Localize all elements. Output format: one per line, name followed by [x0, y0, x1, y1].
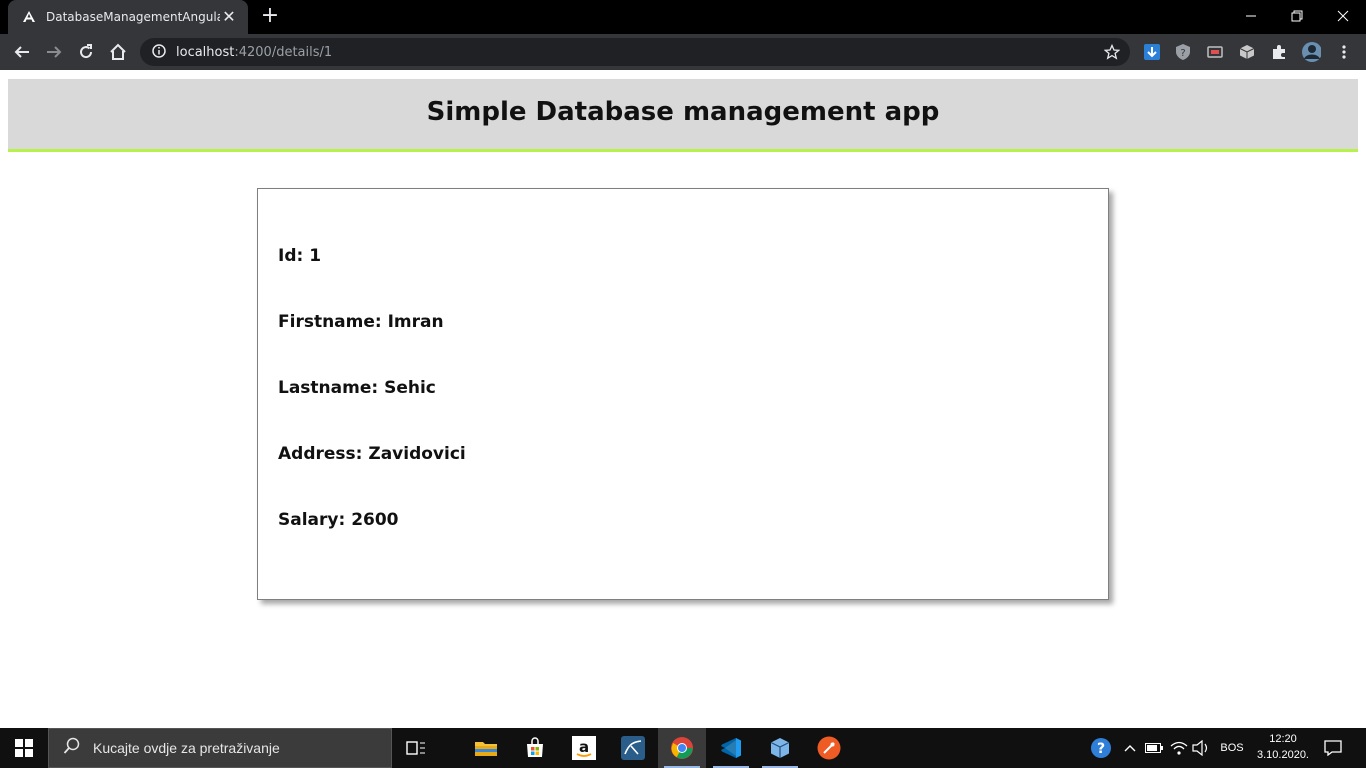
search-placeholder: Kucajte ovdje za pretraživanje — [93, 740, 280, 756]
close-tab-icon[interactable]: ✕ — [220, 8, 238, 26]
app-header: Simple Database management app — [8, 79, 1358, 152]
vscode-icon[interactable] — [707, 728, 755, 768]
restore-icon[interactable] — [1274, 0, 1320, 32]
mysql-workbench-icon[interactable] — [609, 728, 657, 768]
url-path: :4200/details/1 — [234, 44, 333, 60]
address-bar[interactable]: localhost:4200/details/1 — [140, 38, 1130, 66]
battery-icon[interactable] — [1144, 728, 1164, 768]
detail-id: Id: 1 — [278, 246, 322, 266]
clock-time: 12:20 — [1269, 733, 1297, 745]
page-viewport: Simple Database management app Id: 1 Fir… — [0, 70, 1366, 728]
close-window-icon[interactable] — [1320, 0, 1366, 32]
system-clock[interactable]: 12:20 3.10.2020. — [1248, 731, 1318, 763]
extensions-puzzle-icon[interactable] — [1269, 42, 1289, 62]
detail-salary: Salary: 2600 — [278, 510, 399, 530]
page-title: Simple Database management app — [426, 97, 940, 127]
cast-extension-icon[interactable] — [1205, 42, 1225, 62]
cube-extension-icon[interactable] — [1237, 42, 1257, 62]
svg-text:?: ? — [1097, 741, 1105, 757]
detail-firstname: Firstname: Imran — [278, 312, 444, 332]
task-view-icon[interactable] — [392, 728, 440, 768]
home-icon[interactable] — [106, 40, 130, 64]
browser-toolbar: localhost:4200/details/1 ? — [0, 34, 1366, 70]
windows-start-icon[interactable] — [0, 728, 48, 768]
amazon-icon[interactable]: a — [560, 728, 608, 768]
profile-avatar[interactable] — [1301, 42, 1321, 62]
search-icon — [63, 737, 81, 759]
postman-icon[interactable] — [805, 728, 853, 768]
tab-title: DatabaseManagementAngular — [46, 10, 220, 24]
site-info-icon[interactable] — [152, 43, 166, 62]
back-arrow-icon[interactable] — [10, 40, 34, 64]
help-icon[interactable]: ? — [1088, 728, 1114, 768]
detail-address: Address: Zavidovici — [278, 444, 466, 464]
microsoft-store-icon[interactable] — [511, 728, 559, 768]
svg-text:?: ? — [1180, 48, 1185, 59]
chrome-icon[interactable] — [658, 728, 706, 768]
minimize-icon[interactable] — [1228, 0, 1274, 32]
svg-text:a: a — [579, 738, 589, 756]
volume-icon[interactable] — [1190, 728, 1212, 768]
tab-strip: DatabaseManagementAngular ✕ + — [0, 0, 1366, 34]
clock-date: 3.10.2020. — [1257, 749, 1309, 761]
angular-icon — [22, 10, 36, 24]
new-tab-button[interactable]: + — [258, 5, 282, 29]
reload-icon[interactable] — [74, 40, 98, 64]
forward-arrow-icon[interactable] — [42, 40, 66, 64]
windows-taskbar: Kucajte ovdje za pretraživanje a ? BOS 1… — [0, 728, 1366, 768]
bookmark-star-icon[interactable] — [1103, 43, 1121, 64]
virtualbox-icon[interactable] — [756, 728, 804, 768]
download-extension-icon[interactable] — [1142, 42, 1162, 62]
chevron-up-icon[interactable] — [1120, 728, 1140, 768]
file-explorer-icon[interactable] — [462, 728, 510, 768]
browser-menu-icon[interactable] — [1334, 42, 1354, 62]
browser-tab[interactable]: DatabaseManagementAngular ✕ — [8, 0, 248, 34]
notifications-icon[interactable] — [1320, 728, 1346, 768]
wifi-icon[interactable] — [1168, 728, 1190, 768]
shield-extension-icon[interactable]: ? — [1173, 42, 1193, 62]
taskbar-search[interactable]: Kucajte ovdje za pretraživanje — [48, 728, 392, 768]
url-host: localhost — [176, 44, 235, 60]
details-card: Id: 1 Firstname: Imran Lastname: Sehic A… — [257, 188, 1109, 600]
input-language[interactable]: BOS — [1214, 728, 1250, 768]
detail-lastname: Lastname: Sehic — [278, 378, 436, 398]
